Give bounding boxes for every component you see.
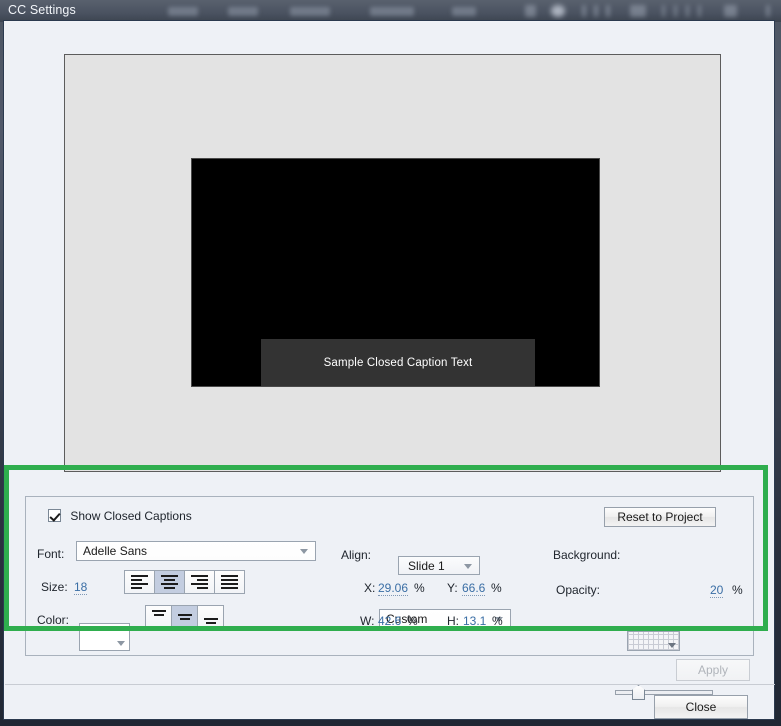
blurred-app-menubar xyxy=(0,0,781,22)
x-unit: % xyxy=(414,581,425,595)
vertical-alignment-group xyxy=(145,605,224,629)
background-label: Background: xyxy=(553,548,621,562)
apply-button-label: Apply xyxy=(697,663,729,677)
cc-settings-dialog: Sample Closed Caption Text Show Closed C… xyxy=(3,20,775,720)
x-label: X: xyxy=(364,581,376,595)
opacity-value[interactable]: 20 xyxy=(710,583,724,598)
reset-to-project-label: Reset to Project xyxy=(617,510,703,524)
x-value[interactable]: 29.06 xyxy=(378,581,409,596)
w-label: W: xyxy=(360,614,375,628)
window-title: CC Settings xyxy=(8,3,76,17)
footer-divider xyxy=(5,684,775,685)
close-button-label: Close xyxy=(685,700,717,714)
blurred-toolbar-icon xyxy=(594,5,598,17)
blurred-toolbar-icon xyxy=(662,5,665,17)
h-value[interactable]: 13.1 xyxy=(463,614,487,629)
valign-middle-button[interactable] xyxy=(171,605,198,629)
align-right-button[interactable] xyxy=(184,570,215,594)
blurred-menu-item xyxy=(168,7,198,16)
blurred-toolbar-icon xyxy=(724,5,737,17)
caption-settings-panel: Show Closed Captions Font: Adelle Sans S… xyxy=(25,496,754,700)
caption-preview-text: Sample Closed Caption Text xyxy=(323,356,473,369)
reset-to-project-button[interactable]: Reset to Project xyxy=(604,507,716,527)
h-label: H: xyxy=(447,614,459,628)
chevron-down-icon xyxy=(464,563,472,569)
blurred-toolbar-icon xyxy=(674,5,677,17)
caption-color-swatch[interactable] xyxy=(79,623,130,651)
y-unit: % xyxy=(491,581,502,595)
align-left-button[interactable] xyxy=(124,570,155,594)
blurred-toolbar-icon xyxy=(630,5,646,17)
checkbox-checkmark-icon xyxy=(48,509,61,522)
opacity-label: Opacity: xyxy=(556,583,601,597)
chevron-down-icon xyxy=(668,643,676,648)
slide-selector-value: Slide 1 xyxy=(408,558,445,573)
blurred-menu-item xyxy=(228,7,258,16)
size-label: Size: xyxy=(41,580,68,594)
blurred-menu-item xyxy=(452,7,476,16)
align-center-button[interactable] xyxy=(154,570,185,594)
h-unit: % xyxy=(492,614,503,628)
blurred-toolbar-icon xyxy=(606,5,610,17)
w-unit: % xyxy=(407,614,418,628)
caption-background-box: Sample Closed Caption Text xyxy=(261,339,535,386)
blurred-toolbar-icon xyxy=(698,5,701,17)
size-value[interactable]: 18 xyxy=(74,580,88,595)
blurred-toolbar-icon xyxy=(525,5,536,17)
opacity-unit: % xyxy=(732,583,743,597)
blurred-toolbar-icon xyxy=(582,5,586,17)
w-value[interactable]: 42.6 xyxy=(378,614,402,629)
slide-selector-dropdown[interactable]: Slide 1 xyxy=(398,556,480,575)
video-preview-area: Sample Closed Caption Text xyxy=(191,158,600,387)
color-label: Color: xyxy=(37,613,70,627)
background-color-swatch[interactable] xyxy=(627,631,680,651)
close-button[interactable]: Close xyxy=(654,695,748,719)
blurred-toolbar-icon xyxy=(686,5,689,17)
opacity-slider-thumb[interactable] xyxy=(632,685,645,700)
chevron-down-icon xyxy=(300,549,308,554)
align-justify-button[interactable] xyxy=(214,570,245,594)
blurred-toolbar-icon xyxy=(551,5,565,17)
valign-top-button[interactable] xyxy=(145,605,172,629)
blurred-toolbar-icon xyxy=(766,5,770,17)
blurred-menu-item xyxy=(290,7,330,16)
valign-bottom-button[interactable] xyxy=(197,605,224,629)
y-value[interactable]: 66.6 xyxy=(462,581,486,596)
align-label: Align: xyxy=(341,548,372,562)
show-closed-captions-checkbox[interactable]: Show Closed Captions xyxy=(48,509,192,523)
font-dropdown-value: Adelle Sans xyxy=(83,544,148,558)
apply-button[interactable]: Apply xyxy=(676,659,750,681)
font-label: Font: xyxy=(37,547,65,561)
text-alignment-group xyxy=(124,570,245,594)
show-closed-captions-label: Show Closed Captions xyxy=(70,509,192,523)
font-dropdown[interactable]: Adelle Sans xyxy=(76,541,316,561)
caption-preview-stage: Sample Closed Caption Text xyxy=(64,54,721,472)
chevron-down-icon xyxy=(117,641,125,646)
blurred-menu-item xyxy=(370,7,414,16)
y-label: Y: xyxy=(447,581,458,595)
